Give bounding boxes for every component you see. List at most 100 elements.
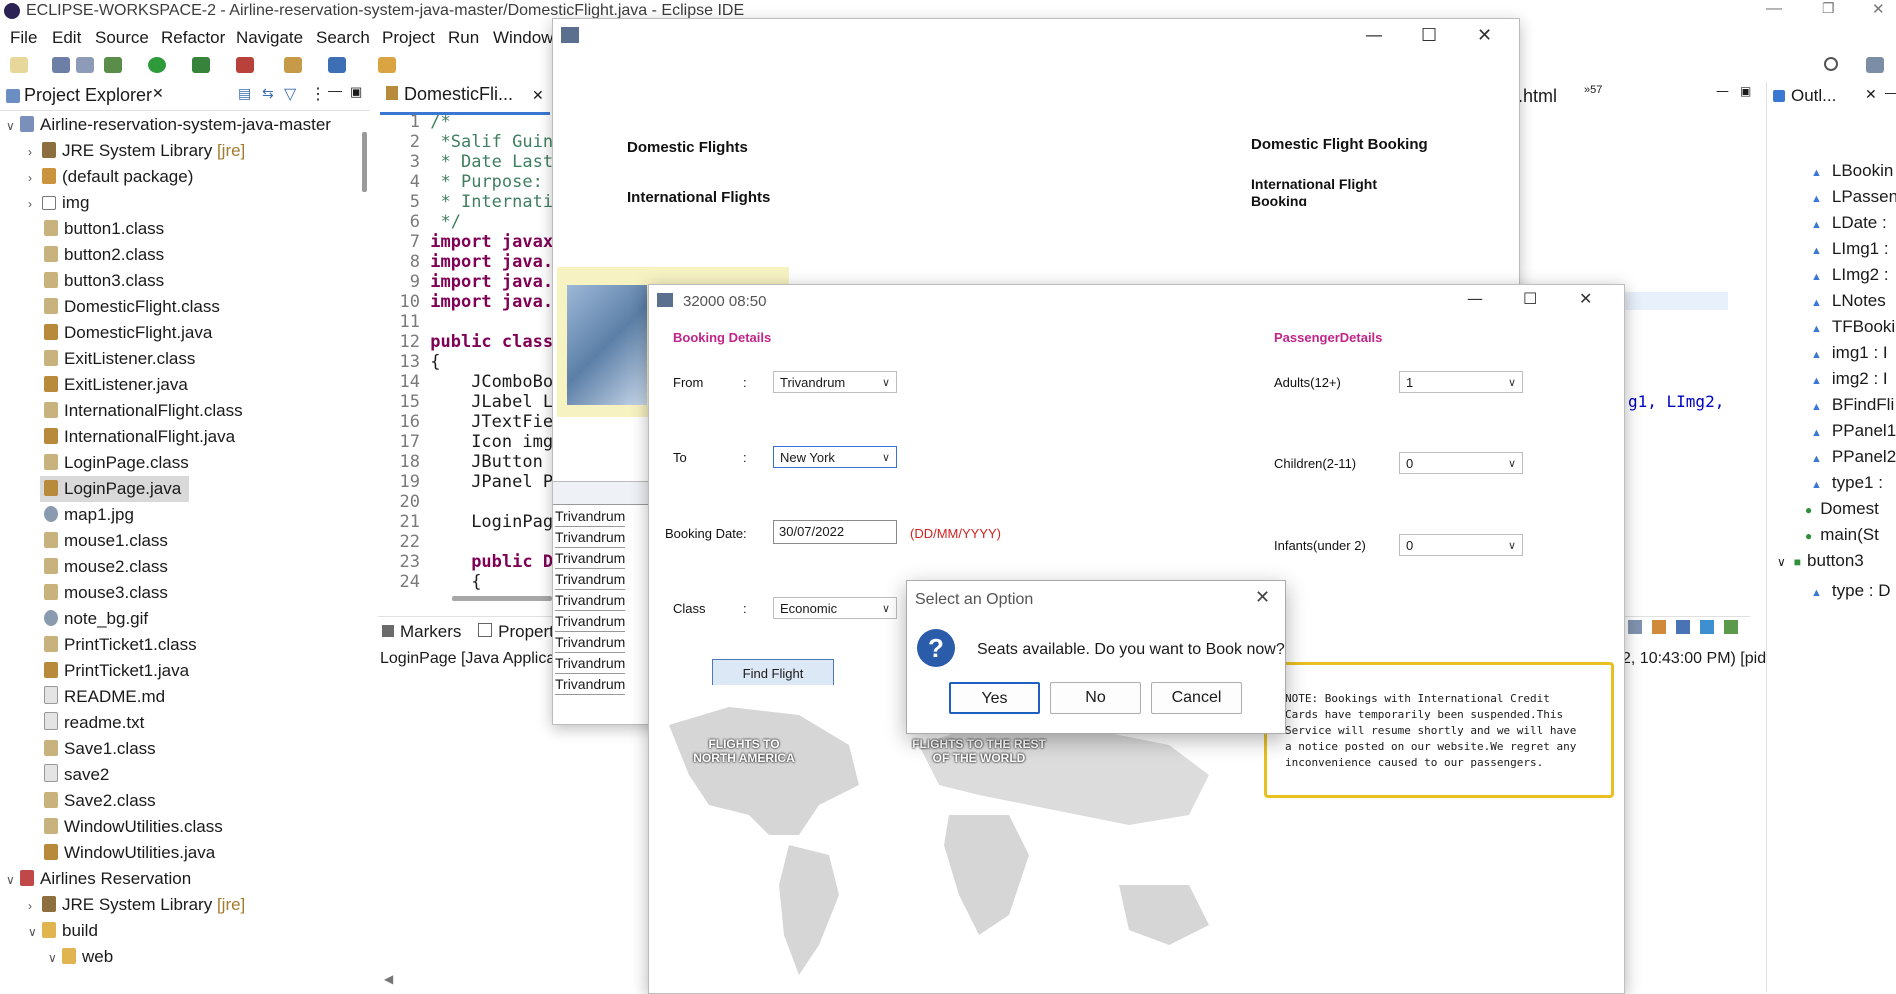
- editor-horizontal-scrollbar[interactable]: [452, 596, 552, 601]
- filter-icon[interactable]: ▽: [284, 84, 296, 104]
- debug-icon[interactable]: [104, 57, 122, 73]
- open-folder-icon[interactable]: [378, 57, 396, 73]
- yes-button[interactable]: Yes: [949, 682, 1040, 714]
- tree-item-file[interactable]: ExitListener.class: [44, 346, 195, 372]
- tree-item-file[interactable]: mouse2.class: [44, 554, 168, 580]
- menu-refactor[interactable]: Refactor: [161, 28, 225, 48]
- minimize-icon[interactable]: —: [1467, 289, 1483, 308]
- menu-navigate[interactable]: Navigate: [236, 28, 303, 48]
- maximize-view-icon[interactable]: ▣: [350, 84, 362, 100]
- tree-item-file[interactable]: WindowUtilities.class: [44, 814, 223, 840]
- outline-item[interactable]: ▲ BFindFli: [1811, 392, 1894, 418]
- perspective-icon[interactable]: [1866, 57, 1884, 73]
- cancel-button[interactable]: Cancel: [1151, 682, 1242, 714]
- menu-search[interactable]: Search: [316, 28, 370, 48]
- list-item[interactable]: Trivandrum: [555, 548, 626, 569]
- tree-item-jre[interactable]: › JRE System Library [jre]: [28, 892, 245, 918]
- booking-date-field[interactable]: 30/07/2022: [773, 520, 897, 544]
- tree-item-file[interactable]: DomesticFlight.java: [44, 320, 212, 346]
- outline-item[interactable]: ▲ LBookin: [1811, 158, 1893, 184]
- tree-item-img[interactable]: › img: [28, 190, 89, 216]
- console-icon[interactable]: [1628, 620, 1642, 634]
- editor-overflow[interactable]: »57: [1584, 84, 1602, 96]
- tree-item-file[interactable]: LoginPage.class: [44, 450, 189, 476]
- minimize-view-icon[interactable]: —: [328, 82, 342, 98]
- tree-item-file[interactable]: readme.txt: [44, 710, 144, 736]
- maximize-icon[interactable]: ☐: [1523, 289, 1537, 308]
- tree-item-file[interactable]: note_bg.gif: [44, 606, 148, 632]
- tree-item-file[interactable]: InternationalFlight.class: [44, 398, 243, 424]
- tree-item-file[interactable]: InternationalFlight.java: [44, 424, 235, 450]
- view-menu-icon[interactable]: ⋮: [310, 84, 326, 104]
- minimize-icon[interactable]: —: [1365, 25, 1383, 46]
- tree-item-selected[interactable]: LoginPage.java: [40, 476, 190, 502]
- menu-edit[interactable]: Edit: [52, 28, 81, 48]
- menu-project[interactable]: Project: [382, 28, 435, 48]
- tree-item-file[interactable]: button3.class: [44, 268, 164, 294]
- tree-item-default-package[interactable]: › (default package): [28, 164, 193, 190]
- tree-item-file[interactable]: DomesticFlight.class: [44, 294, 220, 320]
- tree-item-file[interactable]: button1.class: [44, 216, 164, 242]
- tree-item-file[interactable]: button2.class: [44, 242, 164, 268]
- adults-select[interactable]: 1 ∨: [1399, 371, 1523, 393]
- list-item[interactable]: Trivandrum: [555, 569, 626, 590]
- domestic-flights-link[interactable]: Domestic Flights: [627, 139, 748, 156]
- save-icon[interactable]: [52, 57, 70, 73]
- tree-item-file[interactable]: save2: [44, 762, 109, 788]
- markers-tab[interactable]: Markers: [382, 622, 461, 641]
- list-item[interactable]: Trivandrum: [555, 506, 626, 527]
- tree-scrollbar[interactable]: [362, 132, 367, 192]
- outline-item[interactable]: ● main(St: [1805, 522, 1879, 548]
- close-icon[interactable]: ✕: [1255, 587, 1270, 608]
- outline-item[interactable]: ▲ LPassen: [1811, 184, 1896, 210]
- tree-item-project[interactable]: ∨ Airlines Reservation: [6, 866, 191, 892]
- to-select[interactable]: New York ∨: [773, 446, 897, 468]
- tree-item-file[interactable]: mouse3.class: [44, 580, 168, 606]
- destination-list[interactable]: Trivandrum Trivandrum Trivandrum Trivand…: [553, 481, 649, 695]
- no-button[interactable]: No: [1050, 682, 1141, 714]
- list-item[interactable]: Trivandrum: [555, 653, 626, 674]
- tree-item-file[interactable]: README.md: [44, 684, 165, 710]
- minimize-icon[interactable]: —: [1766, 0, 1782, 18]
- console-icon[interactable]: [1700, 620, 1714, 634]
- project-explorer-tab[interactable]: Project Explorer: [24, 85, 152, 106]
- outline-item[interactable]: ▲ PPanel2: [1811, 444, 1896, 470]
- tree-item-file[interactable]: map1.jpg: [44, 502, 134, 528]
- children-select[interactable]: 0 ∨: [1399, 452, 1523, 474]
- console-icon[interactable]: [1652, 620, 1666, 634]
- close-view-icon[interactable]: ✕: [152, 85, 164, 102]
- tree-item-file[interactable]: PrintTicket1.java: [44, 658, 189, 684]
- outline-item[interactable]: ▲ LDate :: [1811, 210, 1887, 236]
- list-item[interactable]: Trivandrum: [555, 632, 626, 653]
- tree-item-project[interactable]: ∨ Airline-reservation-system-java-master: [6, 112, 331, 138]
- tree-item-jre[interactable]: › JRE System Library [jre]: [28, 138, 245, 164]
- menu-source[interactable]: Source: [95, 28, 149, 48]
- run-icon[interactable]: [148, 57, 166, 73]
- outline-item[interactable]: ▲ type : D: [1811, 578, 1890, 604]
- list-item[interactable]: Trivandrum: [555, 674, 626, 695]
- close-icon[interactable]: ✕: [1477, 25, 1492, 46]
- console-icon[interactable]: [1724, 620, 1738, 634]
- coverage-icon[interactable]: [192, 57, 210, 73]
- list-item[interactable]: Trivandrum: [555, 527, 626, 548]
- outline-tab[interactable]: Outl...: [1791, 86, 1836, 106]
- list-item[interactable]: Trivandrum: [555, 611, 626, 632]
- outline-item[interactable]: ▲ PPanel1: [1811, 418, 1896, 444]
- link-editor-icon[interactable]: ⇆: [262, 85, 274, 102]
- international-flights-link[interactable]: International Flights: [627, 189, 770, 206]
- tree-item-file[interactable]: mouse1.class: [44, 528, 168, 554]
- close-icon[interactable]: ✕: [1872, 0, 1885, 18]
- tree-item-file[interactable]: WindowUtilities.java: [44, 840, 215, 866]
- rest-of-world-link[interactable]: FLIGHTS TO THE REST OF THE WORLD: [909, 737, 1049, 765]
- list-item[interactable]: Trivandrum: [555, 590, 626, 611]
- outline-item[interactable]: ▲ type1 :: [1811, 470, 1883, 496]
- outline-item[interactable]: ● Domest: [1805, 496, 1879, 522]
- class-select[interactable]: Economic ∨: [773, 597, 897, 619]
- tree-item-build[interactable]: ∨ build: [28, 918, 98, 944]
- open-type-icon[interactable]: [328, 57, 346, 73]
- maximize-icon[interactable]: ☐: [1421, 25, 1437, 46]
- close-icon[interactable]: ✕: [1579, 289, 1592, 308]
- editor-tab[interactable]: DomesticFli... ✕: [380, 84, 550, 115]
- menu-run[interactable]: Run: [448, 28, 479, 48]
- minimize-editor-icon[interactable]: —: [1716, 84, 1729, 99]
